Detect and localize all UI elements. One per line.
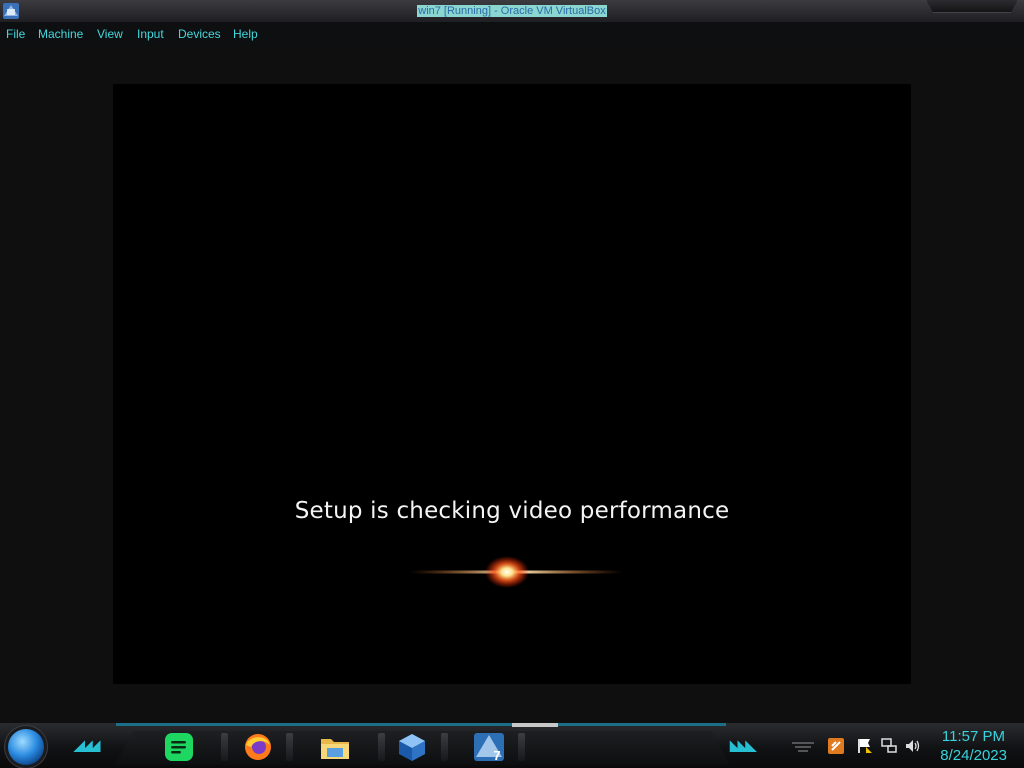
taskbar-separator [221, 733, 228, 761]
window-titlebar[interactable]: win7 [Running] - Oracle VM VirtualBox [0, 0, 1024, 23]
menu-bar: File Machine View Input Devices Help [0, 22, 1024, 46]
window-title-label: win7 [Running] - Oracle VM VirtualBox [417, 5, 607, 17]
volume-icon[interactable] [905, 738, 921, 754]
network-icon[interactable] [881, 738, 897, 754]
loading-flare [410, 556, 622, 588]
titlebar-decoration [926, 0, 1018, 13]
left-chevron-decoration: ◢◢◢ [74, 737, 100, 753]
menu-input[interactable]: Input [137, 27, 164, 41]
menu-file[interactable]: File [6, 27, 25, 41]
virtualbox-win7-vm-icon[interactable]: 7 [472, 731, 506, 763]
window-title: win7 [Running] - Oracle VM VirtualBox [0, 4, 1024, 18]
taskbar-accent-line [116, 723, 726, 726]
spotify-icon[interactable] [162, 731, 196, 763]
vm-screen[interactable]: Setup is checking video performance [113, 84, 911, 684]
taskbar-separator [441, 733, 448, 761]
virtualbox-icon[interactable] [395, 731, 429, 763]
file-explorer-icon[interactable] [318, 731, 352, 763]
menu-help[interactable]: Help [233, 27, 258, 41]
menu-machine[interactable]: Machine [38, 27, 83, 41]
taskbar-separator [286, 733, 293, 761]
menu-view[interactable]: View [97, 27, 123, 41]
tray-overflow-icon[interactable] [792, 742, 814, 752]
firefox-icon[interactable] [241, 731, 275, 763]
taskbar-separator [378, 733, 385, 761]
vm-badge-number: 7 [493, 748, 500, 763]
right-chevron-decoration: ◣◣◣ [730, 737, 756, 753]
taskbar-separator [518, 733, 525, 761]
start-button[interactable] [8, 729, 44, 765]
taskbar: ◢◢◢ 7 ◣◣◣ 11:57 PM 8/24/2023 [0, 723, 1024, 768]
app-tray-icon[interactable] [828, 738, 844, 754]
clock-date[interactable]: 8/24/2023 [940, 747, 1007, 764]
notification-icon[interactable] [857, 738, 873, 754]
setup-status-text: Setup is checking video performance [294, 498, 730, 524]
clock-time[interactable]: 11:57 PM [942, 728, 1005, 745]
menu-devices[interactable]: Devices [178, 27, 221, 41]
taskbar-accent-highlight [512, 723, 558, 727]
